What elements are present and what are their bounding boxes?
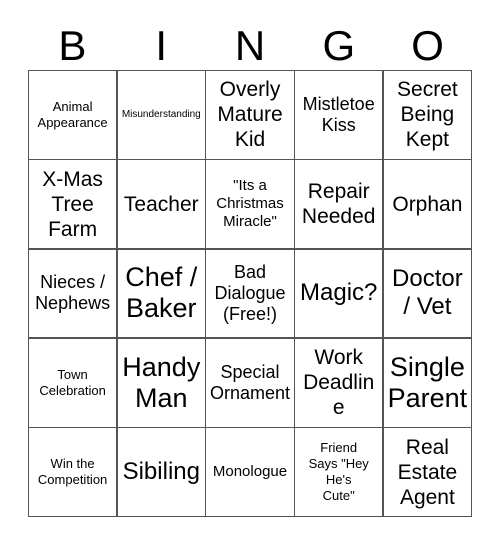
bingo-cell[interactable]: Town Celebration [29,338,117,427]
bingo-cell-label: Chef / Baker [125,262,198,324]
bingo-cell[interactable]: Chef / Baker [117,249,205,338]
bingo-cell[interactable]: Real Estate Agent [383,428,471,516]
bingo-header-letter-b: B [58,22,87,69]
bingo-grid: Animal Appearance Misunderstanding Overly … [28,70,472,517]
bingo-cell-label: Friend Says "Hey He's Cute" [308,440,369,504]
bingo-cell-label: Single Parent [387,351,468,413]
bingo-cell-label: Misunderstanding [121,109,201,121]
bingo-cell-label: Animal Appearance [37,98,108,130]
bingo-cell[interactable]: Handy Man [117,338,205,427]
bingo-cell-label: Doctor / Vet [392,265,463,321]
bingo-card: B I N G O Animal Appearance Misunderstand… [0,0,500,544]
bingo-cell[interactable]: X-Mas Tree Farm [29,160,117,249]
bingo-cell-label: Nieces / Nephews [35,272,111,314]
bingo-cell[interactable]: Misunderstanding [117,71,205,159]
bingo-cell-free-space[interactable]: Bad Dialogue (Free!) [206,249,294,338]
bingo-cell-label: Magic? [300,279,378,307]
bingo-header-letter-g: G [322,22,356,69]
bingo-cell[interactable]: Magic? [295,249,383,338]
bingo-cell-label: Bad Dialogue (Free!) [214,261,286,324]
bingo-cell[interactable]: Overly Mature Kid [206,71,294,159]
bingo-cell[interactable]: Monologue [206,428,294,516]
bingo-cell-label: Special Ornament [209,361,291,403]
bingo-cell[interactable]: Sibiling [117,428,205,516]
bingo-cell-label: Town Celebration [39,366,106,398]
bingo-cell[interactable]: Win the Competition [29,428,117,516]
bingo-cell-label: Mistletoe Kiss [302,93,375,135]
bingo-cell[interactable]: Single Parent [383,338,471,427]
bingo-cell-label: Work Deadline [303,346,375,420]
bingo-cell[interactable]: Teacher [117,160,205,249]
bingo-cell-label: Repair Needed [301,180,376,229]
bingo-cell-label: Teacher [123,192,199,216]
bingo-cell[interactable]: Mistletoe Kiss [295,71,383,159]
bingo-cell-label: Monologue [212,463,288,481]
bingo-header-letter-i: I [155,22,168,69]
bingo-cell-label: Overly Mature Kid [217,78,283,152]
bingo-cell[interactable]: Secret Being Kept [383,71,471,159]
bingo-cell-label: Win the Competition [37,456,108,488]
bingo-cell-label: "Its a Christmas Miracle" [216,177,284,231]
bingo-cell[interactable]: "Its a Christmas Miracle" [206,160,294,249]
bingo-header-row: B I N G O [28,22,472,70]
bingo-cell-label: X-Mas Tree Farm [42,167,103,241]
bingo-cell-label: Secret Being Kept [397,78,458,152]
bingo-cell[interactable]: Animal Appearance [29,71,117,159]
bingo-cell[interactable]: Doctor / Vet [383,249,471,338]
bingo-cell[interactable]: Special Ornament [206,338,294,427]
bingo-cell-label: Handy Man [122,351,201,413]
bingo-cell[interactable]: Orphan [383,160,471,249]
bingo-cell-label: Real Estate Agent [397,435,458,509]
bingo-header-letter-o: O [411,22,444,69]
bingo-cell[interactable]: Repair Needed [295,160,383,249]
bingo-cell[interactable]: Nieces / Nephews [29,249,117,338]
bingo-cell-label: Orphan [392,192,463,216]
bingo-header-letter-n: N [234,22,266,69]
bingo-cell[interactable]: Friend Says "Hey He's Cute" [295,428,383,516]
bingo-cell[interactable]: Work Deadline [295,338,383,427]
bingo-cell-label: Sibiling [122,458,200,486]
